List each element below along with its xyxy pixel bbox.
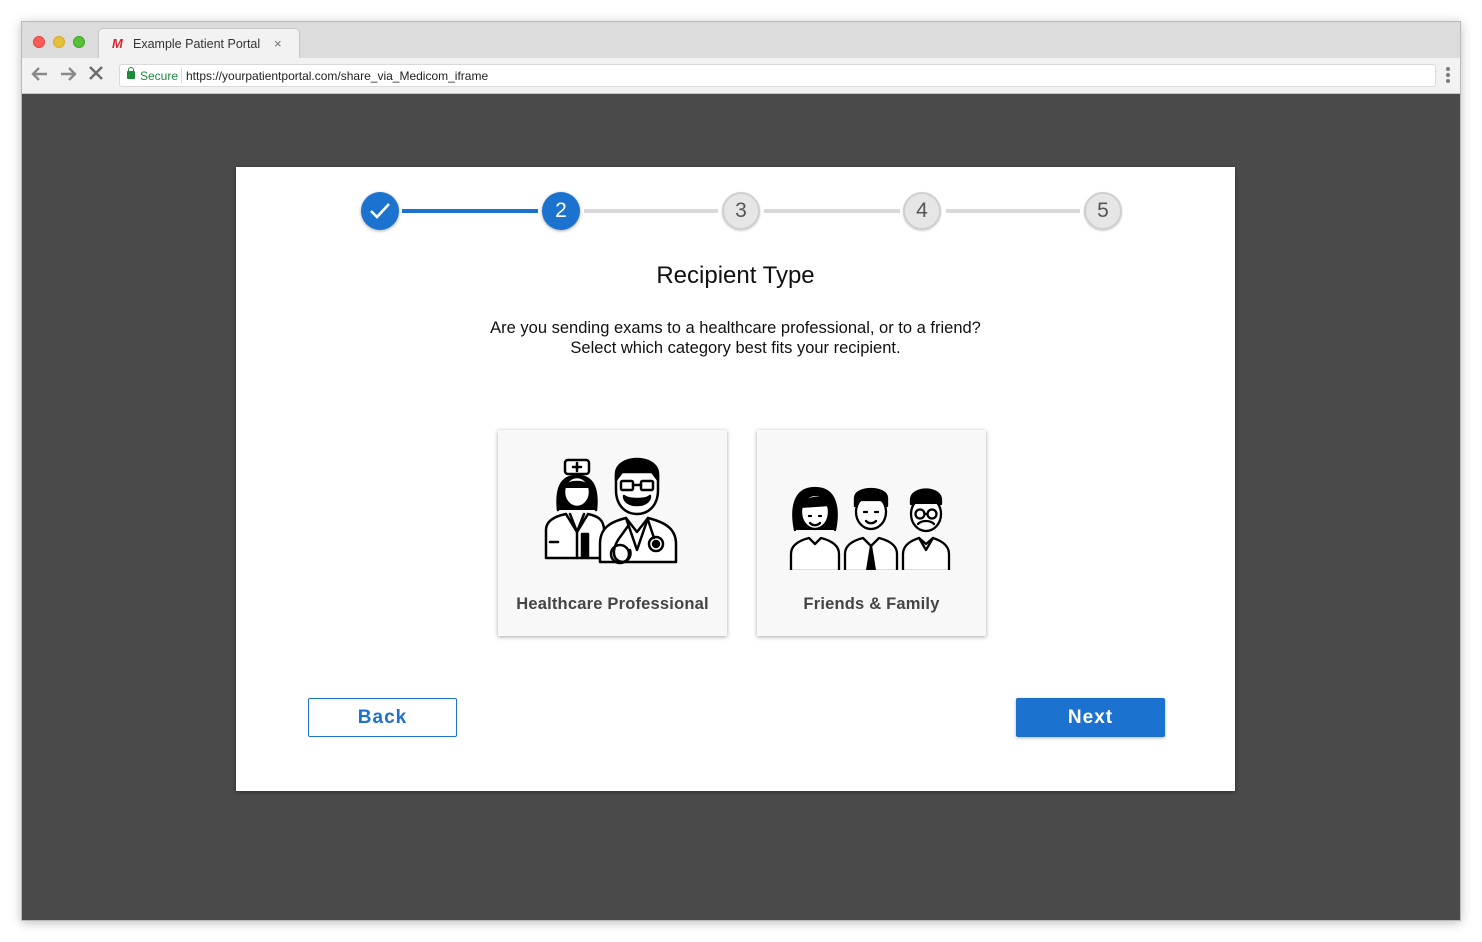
browser-toolbar: Secure https://yourpatientportal.com/sha… (22, 58, 1460, 94)
tab-title: Example Patient Portal (133, 37, 261, 51)
step-3: 3 (722, 192, 760, 230)
step-4: 4 (903, 192, 941, 230)
close-window-button[interactable] (33, 36, 45, 48)
minimize-window-button[interactable] (53, 36, 65, 48)
forward-arrow-icon[interactable] (58, 64, 78, 90)
healthcare-professional-label: Healthcare Professional (516, 595, 709, 613)
step-connector-1 (402, 209, 538, 213)
browser-tab[interactable]: M Example Patient Portal × (98, 28, 300, 59)
medicom-logo-icon: M (112, 36, 123, 51)
address-bar[interactable]: Secure https://yourpatientportal.com/sha… (119, 64, 1436, 87)
step-connector-2 (584, 209, 718, 213)
browser-window: M Example Patient Portal × Secure https:… (21, 21, 1461, 921)
stop-loading-icon[interactable] (86, 63, 106, 89)
share-wizard-modal: 2 3 4 5 Recipient Type Are you sending e… (236, 167, 1235, 791)
step-connector-3 (764, 209, 900, 213)
lock-icon (127, 67, 135, 79)
checkmark-icon (370, 203, 390, 219)
tab-close-icon[interactable]: × (274, 36, 282, 51)
friends-and-family-option[interactable]: Friends & Family (757, 430, 986, 636)
subtitle-line-2: Select which category best fits your rec… (570, 339, 901, 357)
friends-and-family-label: Friends & Family (803, 595, 940, 613)
subtitle-line-1: Are you sending exams to a healthcare pr… (490, 319, 981, 337)
secure-label: Secure (140, 69, 179, 83)
back-button[interactable]: Back (308, 698, 457, 737)
nurse-and-doctor-icon (544, 457, 678, 565)
page-title: Recipient Type (656, 262, 815, 289)
maximize-window-button[interactable] (73, 36, 85, 48)
url-divider (181, 68, 182, 83)
step-2: 2 (542, 192, 580, 230)
browser-titlebar: M Example Patient Portal × (22, 22, 1460, 59)
url-text[interactable]: https://yourpatientportal.com/share_via_… (186, 69, 488, 83)
healthcare-professional-option[interactable]: Healthcare Professional (498, 430, 727, 636)
family-group-icon (789, 486, 951, 570)
step-1-completed[interactable] (361, 192, 399, 230)
back-arrow-icon[interactable] (30, 64, 50, 90)
page-subtitle: Are you sending exams to a healthcare pr… (236, 318, 1235, 358)
step-connector-4 (946, 209, 1080, 213)
next-button[interactable]: Next (1016, 698, 1165, 737)
browser-menu-icon[interactable] (1446, 67, 1450, 85)
step-5: 5 (1084, 192, 1122, 230)
